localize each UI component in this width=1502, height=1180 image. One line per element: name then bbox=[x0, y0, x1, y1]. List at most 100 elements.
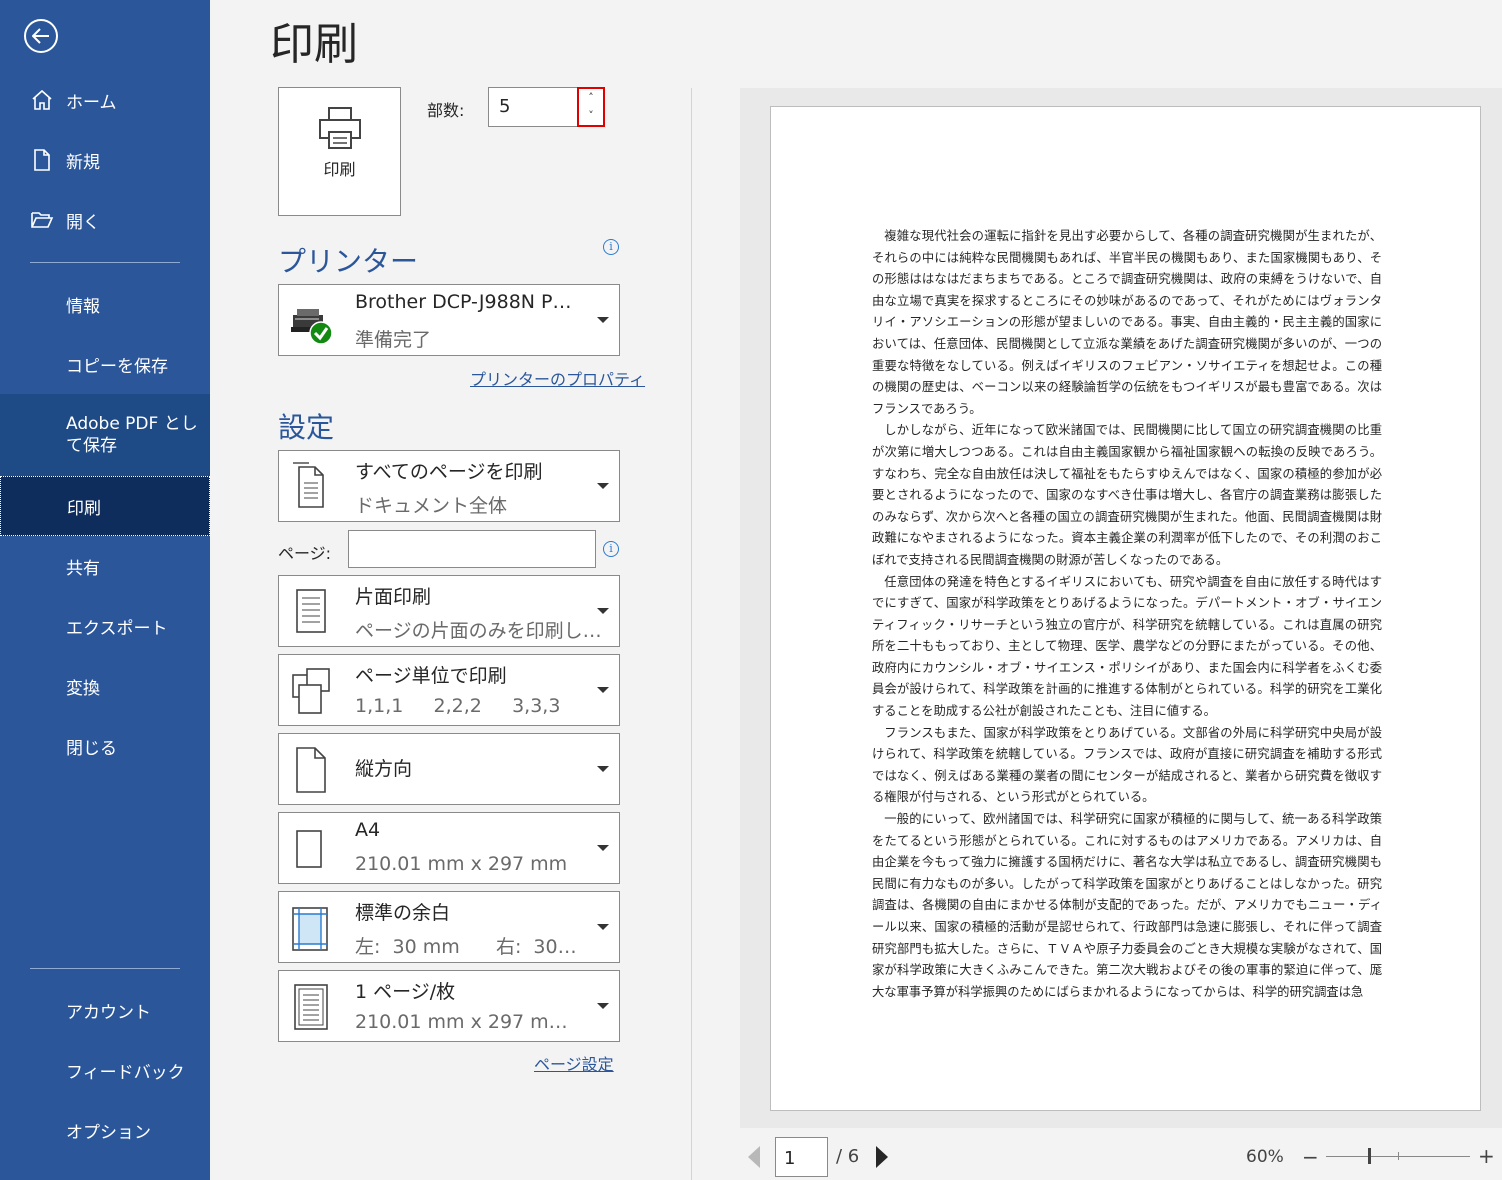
pages-input[interactable] bbox=[348, 530, 596, 568]
orientation-main: 縦方向 bbox=[355, 758, 413, 780]
sidebar-item-label: 開く bbox=[66, 212, 100, 233]
print-range-dropdown[interactable]: すべてのページを印刷 ドキュメント全体 bbox=[278, 450, 620, 522]
uncollated-icon bbox=[292, 668, 330, 714]
printer-dropdown[interactable]: Brother DCP-J988N P… 準備完了 bbox=[278, 284, 620, 356]
zoom-level[interactable]: 60% bbox=[1246, 1147, 1284, 1167]
new-document-icon bbox=[34, 149, 50, 171]
print-range-sub: ドキュメント全体 bbox=[355, 495, 508, 517]
collation-sub: 1,1,1 2,2,2 3,3,3 bbox=[355, 695, 561, 717]
margins-icon bbox=[292, 907, 328, 951]
zoom-slider-center-mark bbox=[1398, 1152, 1399, 1160]
page-total: / 6 bbox=[836, 1146, 860, 1167]
sidebar-item-label: 変換 bbox=[66, 678, 100, 699]
spin-up-icon[interactable]: ˄ bbox=[579, 91, 603, 104]
sidebar-item-label: 印刷 bbox=[67, 498, 101, 519]
sides-main: 片面印刷 bbox=[355, 586, 432, 608]
sidebar-item-feedback[interactable]: フィードバック bbox=[0, 1040, 210, 1100]
chevron-down-icon bbox=[597, 924, 609, 930]
zoom-slider-thumb[interactable] bbox=[1368, 1148, 1371, 1164]
sides-sub: ページの片面のみを印刷し… bbox=[355, 620, 602, 642]
sidebar-item-label: フィードバック bbox=[66, 1062, 185, 1083]
sidebar-item-label: 新規 bbox=[66, 152, 100, 173]
printer-name: Brother DCP-J988N P… bbox=[355, 291, 572, 313]
printer-status: 準備完了 bbox=[355, 329, 432, 351]
sidebar-item-open[interactable]: 開く bbox=[0, 190, 210, 250]
pages-per-sheet-sub: 210.01 mm x 297 m… bbox=[355, 1011, 568, 1033]
page-title: 印刷 bbox=[270, 19, 358, 70]
collation-main: ページ単位で印刷 bbox=[355, 665, 507, 687]
printer-icon bbox=[319, 107, 361, 149]
collation-dropdown[interactable]: ページ単位で印刷 1,1,1 2,2,2 3,3,3 bbox=[278, 654, 620, 726]
zoom-out-button[interactable]: − bbox=[1302, 1145, 1319, 1169]
sidebar-item-label: 情報 bbox=[66, 296, 100, 317]
copies-label: 部数: bbox=[427, 101, 465, 120]
sidebar-item-save-adobe-pdf[interactable]: Adobe PDF として保存 bbox=[0, 394, 210, 476]
sidebar-item-label: オプション bbox=[66, 1122, 151, 1143]
margins-dropdown[interactable]: 標準の余白 左: 30 mm 右: 30… bbox=[278, 891, 620, 963]
back-button[interactable] bbox=[24, 19, 58, 53]
chevron-down-icon bbox=[597, 766, 609, 772]
margins-main: 標準の余白 bbox=[355, 902, 451, 924]
spin-down-icon[interactable]: ˅ bbox=[579, 109, 603, 122]
pages-per-sheet-main: 1 ページ/枚 bbox=[355, 981, 456, 1003]
previous-page-icon[interactable] bbox=[748, 1146, 760, 1168]
next-page-icon[interactable] bbox=[876, 1146, 888, 1168]
sidebar-item-print[interactable]: 印刷 bbox=[0, 476, 210, 536]
sides-dropdown[interactable]: 片面印刷 ページの片面のみを印刷し… bbox=[278, 575, 620, 647]
copies-spinner[interactable]: ˄ ˅ bbox=[577, 87, 605, 127]
page-setup-link[interactable]: ページ設定 bbox=[534, 1051, 614, 1075]
sidebar-item-info[interactable]: 情報 bbox=[0, 274, 210, 334]
preview-document-text: 複雑な現代社会の運転に指針を見出す必要からして、各種の調査研究機関が生まれたが、… bbox=[872, 226, 1382, 1003]
pages-icon bbox=[293, 462, 324, 508]
chevron-down-icon bbox=[597, 845, 609, 851]
sidebar-item-export[interactable]: エクスポート bbox=[0, 596, 210, 656]
paper-size-dropdown[interactable]: A4 210.01 mm x 297 mm bbox=[278, 812, 620, 884]
print-range-main: すべてのページを印刷 bbox=[355, 461, 543, 483]
chevron-down-icon bbox=[597, 608, 609, 614]
printer-ready-icon bbox=[291, 309, 333, 345]
chevron-down-icon bbox=[597, 687, 609, 693]
info-icon[interactable]: i bbox=[603, 239, 619, 255]
printer-heading: プリンター bbox=[278, 245, 419, 278]
margins-sub: 左: 30 mm 右: 30… bbox=[355, 936, 577, 958]
print-button[interactable]: 印刷 bbox=[278, 87, 401, 216]
zoom-in-button[interactable]: + bbox=[1478, 1144, 1495, 1168]
sidebar-item-label: エクスポート bbox=[66, 618, 168, 639]
open-folder-icon bbox=[31, 212, 54, 228]
chevron-down-icon bbox=[597, 483, 609, 489]
sidebar-item-save-copy[interactable]: コピーを保存 bbox=[0, 334, 210, 394]
chevron-down-icon bbox=[597, 317, 609, 323]
chevron-down-icon bbox=[597, 1003, 609, 1009]
sidebar-item-transform[interactable]: 変換 bbox=[0, 656, 210, 716]
sidebar-item-label: 閉じる bbox=[66, 738, 117, 759]
panel-divider bbox=[691, 88, 692, 1180]
info-icon[interactable]: i bbox=[603, 541, 619, 557]
sidebar-item-options[interactable]: オプション bbox=[0, 1100, 210, 1160]
pages-label: ページ: bbox=[278, 544, 332, 563]
pages-per-sheet-dropdown[interactable]: 1 ページ/枚 210.01 mm x 297 m… bbox=[278, 970, 620, 1042]
paper-size-sub: 210.01 mm x 297 mm bbox=[355, 853, 568, 875]
back-arrow-icon bbox=[32, 28, 49, 44]
sidebar-divider bbox=[30, 262, 180, 263]
sidebar-item-label: Adobe PDF として保存 bbox=[66, 414, 198, 456]
current-page-input[interactable]: 1 bbox=[775, 1137, 828, 1177]
pages-per-sheet-icon bbox=[294, 984, 328, 1030]
preview-paragraph: フランスもまた、国家が科学政策をとりあげている。文部省の外局に科学研究中央局が設… bbox=[872, 725, 1382, 805]
printer-properties-link[interactable]: プリンターのプロパティ bbox=[470, 366, 645, 390]
paper-size-main: A4 bbox=[355, 819, 381, 841]
settings-heading: 設定 bbox=[278, 411, 335, 444]
sidebar-item-close[interactable]: 閉じる bbox=[0, 716, 210, 776]
one-sided-icon bbox=[296, 589, 326, 633]
orientation-dropdown[interactable]: 縦方向 bbox=[278, 733, 620, 805]
portrait-icon bbox=[296, 747, 326, 793]
home-icon bbox=[32, 89, 52, 110]
sidebar-item-label: ホーム bbox=[66, 92, 117, 113]
sidebar-item-account[interactable]: アカウント bbox=[0, 980, 210, 1040]
copies-value: 5 bbox=[499, 96, 511, 117]
backstage-sidebar: ホーム 新規 開く 情報 コピーを保存 Adobe PDF として保存 印刷 共… bbox=[0, 0, 210, 1180]
sidebar-item-label: アカウント bbox=[66, 1002, 151, 1023]
sidebar-item-share[interactable]: 共有 bbox=[0, 536, 210, 596]
sidebar-item-new[interactable]: 新規 bbox=[0, 130, 210, 190]
sidebar-item-home[interactable]: ホーム bbox=[0, 70, 210, 130]
preview-paragraph: しかしながら、近年になって欧米諸国では、民間機関に比して国立の研究調査機関の比重… bbox=[872, 423, 1382, 567]
